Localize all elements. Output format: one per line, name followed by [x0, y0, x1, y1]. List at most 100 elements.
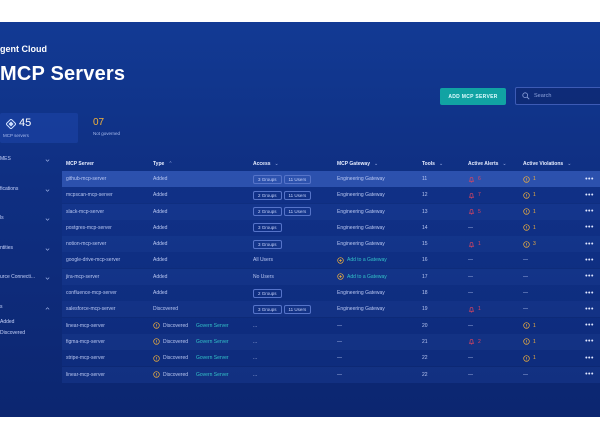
more-options-icon[interactable]: •••	[585, 339, 594, 344]
access-pill[interactable]: 3 Groups	[253, 304, 282, 314]
column-label: MCP Gateway	[337, 160, 370, 167]
table-row[interactable]: figma-mcp-server Discovered Govern Server.…	[62, 333, 600, 350]
column-header[interactable]: Tools ⌄	[422, 161, 468, 167]
server-name-cell: stripe-mcp-server	[62, 355, 152, 361]
server-name[interactable]: jira-mcp-server	[66, 274, 99, 280]
search-input[interactable]	[534, 93, 600, 99]
table-row[interactable]: linear-mcp-server Discovered Govern Server…	[62, 317, 600, 334]
row-actions-cell: •••	[577, 242, 600, 247]
stat-card-mcp-servers[interactable]: 45 MCP servers	[0, 113, 78, 143]
sidebar-subfilter-discovered[interactable]: Discovered	[0, 330, 56, 341]
govern-server-link[interactable]: Govern Server	[196, 339, 229, 345]
sidebar-subfilter-added[interactable]: Added	[0, 319, 56, 330]
more-options-icon[interactable]: •••	[585, 356, 594, 361]
stat-card-not-governed[interactable]: 07 Not governed	[93, 117, 120, 136]
add-gateway-icon	[337, 273, 344, 280]
server-name[interactable]: linear-mcp-server	[66, 372, 105, 378]
sidebar-filter-item[interactable]: fications	[0, 186, 56, 201]
more-options-icon[interactable]: •••	[585, 307, 594, 312]
column-header[interactable]: Active Alerts ⌄	[468, 161, 523, 167]
access-pill[interactable]: 3 Groups	[253, 174, 282, 184]
tools-count: 13	[422, 208, 428, 215]
table-row[interactable]: postgres-mcp-server Added 3 Groups Engineer…	[62, 219, 600, 236]
more-options-icon[interactable]: •••	[585, 274, 594, 279]
access-cell: 2 Groups	[253, 288, 337, 298]
server-name[interactable]: linear-mcp-server	[66, 323, 105, 329]
server-name[interactable]: google-drive-mcp-server	[66, 257, 120, 263]
more-options-icon[interactable]: •••	[585, 177, 594, 182]
violations-count: 1	[533, 355, 536, 362]
sidebar-filter-item[interactable]: urce Connecti...	[0, 274, 56, 289]
server-name[interactable]: stripe-mcp-server	[66, 355, 105, 361]
table-row[interactable]: jira-mcp-server Added No Users Add to a Gat…	[62, 268, 600, 285]
table-row[interactable]: linear-mcp-server Discovered Govern Server…	[62, 366, 600, 383]
gateway-name: —	[337, 322, 342, 329]
search-box[interactable]	[515, 87, 600, 105]
table-row[interactable]: notion-mcp-server Added 3 Groups Engineerin…	[62, 236, 600, 253]
sidebar-filter-item[interactable]: s	[0, 304, 56, 319]
add-to-gateway-link[interactable]: Add to a Gateway	[347, 274, 387, 280]
add-mcp-server-button[interactable]: ADD MCP SERVER	[440, 88, 506, 105]
access-pill[interactable]: 3 Groups	[253, 239, 282, 249]
table-row[interactable]: stripe-mcp-server Discovered Govern Server…	[62, 350, 600, 367]
sidebar-filter-item[interactable]: MES	[0, 156, 56, 171]
column-header[interactable]: Active Violations ⌄	[523, 161, 577, 167]
type-cell: Added	[152, 209, 253, 215]
access-pill[interactable]: 11 Users	[283, 207, 312, 217]
access-pill[interactable]: 11 Users	[283, 304, 312, 314]
more-options-icon[interactable]: •••	[585, 258, 594, 263]
server-name[interactable]: mcpscan-mcp-server	[66, 192, 113, 198]
column-header[interactable]: Type ⌃	[152, 161, 253, 167]
table-row[interactable]: slack-mcp-server Added 2 Groups 11 Users Eng…	[62, 203, 600, 220]
govern-server-link[interactable]: Govern Server	[196, 355, 229, 361]
server-name[interactable]: github-mcp-server	[66, 176, 106, 182]
table-row[interactable]: mcpscan-mcp-server Added 2 Groups 11 Users E…	[62, 187, 600, 204]
sidebar-filter-item[interactable]: ntities	[0, 245, 56, 260]
govern-server-link[interactable]: Govern Server	[196, 372, 229, 378]
gateway-cell: Engineering Gateway	[337, 192, 422, 198]
column-label: Access	[253, 160, 271, 167]
access-pill[interactable]: 11 Users	[283, 174, 312, 184]
table-row[interactable]: github-mcp-server Added 3 Groups 11 Users En…	[62, 171, 600, 187]
server-type: Added	[153, 273, 168, 280]
access-pill[interactable]: 2 Groups	[253, 190, 282, 200]
gateway-cell: Add to a Gateway	[337, 257, 422, 264]
more-options-icon[interactable]: •••	[585, 193, 594, 198]
column-header[interactable]: MCP Server	[62, 161, 152, 167]
more-options-icon[interactable]: •••	[585, 323, 594, 328]
more-options-icon[interactable]: •••	[585, 225, 594, 230]
table-row[interactable]: salesforce-mcp-server Discovered 3 Groups 1…	[62, 301, 600, 318]
sidebar-filter-item[interactable]: ls	[0, 215, 56, 230]
add-to-gateway-link[interactable]: Add to a Gateway	[347, 257, 387, 263]
table-row[interactable]: google-drive-mcp-server Added All Users Add…	[62, 252, 600, 269]
server-name[interactable]: confluence-mcp-server	[66, 290, 117, 296]
column-header[interactable]: Access ⌄	[253, 161, 337, 167]
discovered-warning-icon	[153, 355, 160, 362]
column-header[interactable]: MCP Gateway ⌄	[337, 161, 422, 167]
access-text: No Users	[253, 273, 274, 280]
more-options-icon[interactable]: •••	[585, 242, 594, 247]
more-options-icon[interactable]: •••	[585, 209, 594, 214]
table-row[interactable]: confluence-mcp-server Added 2 Groups Engine…	[62, 285, 600, 302]
access-pill[interactable]: 11 Users	[283, 190, 312, 200]
tools-count: 17	[422, 273, 428, 280]
more-options-icon[interactable]: •••	[585, 372, 594, 377]
server-name[interactable]: notion-mcp-server	[66, 241, 106, 247]
server-name-cell: postgres-mcp-server	[62, 225, 152, 231]
tools-cell: 14	[422, 225, 468, 231]
server-name[interactable]: slack-mcp-server	[66, 209, 104, 215]
server-name[interactable]: figma-mcp-server	[66, 339, 105, 345]
server-name-cell: google-drive-mcp-server	[62, 257, 152, 263]
access-pill[interactable]: 2 Groups	[253, 207, 282, 217]
server-name[interactable]: postgres-mcp-server	[66, 225, 112, 231]
server-name-cell: notion-mcp-server	[62, 241, 152, 247]
govern-server-link[interactable]: Govern Server	[196, 323, 229, 329]
tools-cell: 22	[422, 372, 468, 378]
access-pill[interactable]: 3 Groups	[253, 223, 282, 233]
access-cell: 2 Groups 11 Users	[253, 207, 337, 217]
alerts-count: 1	[478, 306, 481, 313]
access-pill[interactable]: 2 Groups	[253, 288, 282, 298]
server-name[interactable]: salesforce-mcp-server	[66, 306, 115, 312]
type-cell: Added	[152, 241, 253, 247]
more-options-icon[interactable]: •••	[585, 291, 594, 296]
